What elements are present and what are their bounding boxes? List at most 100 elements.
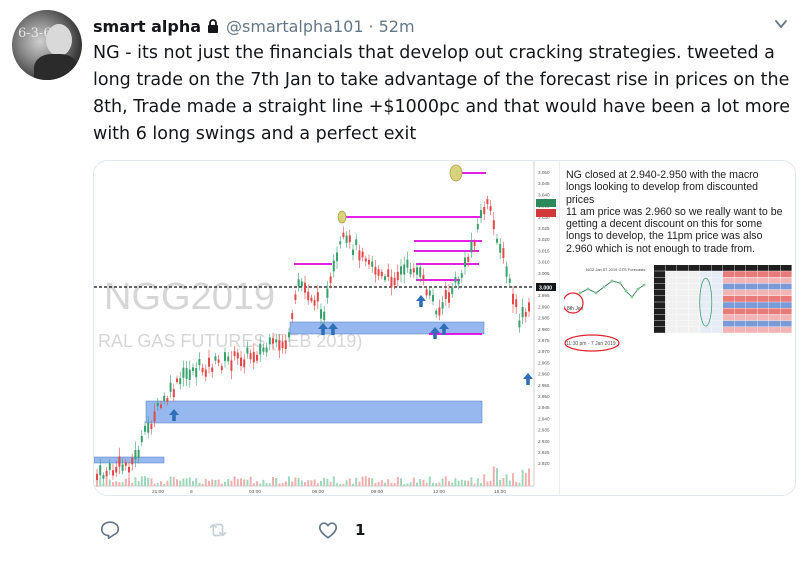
volume-bar	[310, 480, 313, 486]
candle-body	[454, 277, 457, 283]
retweet-icon	[209, 523, 227, 537]
forecast-point	[594, 291, 598, 295]
volume-bar	[524, 473, 527, 486]
forecast-table-cell	[780, 314, 792, 321]
forecast-table-cell	[757, 271, 769, 277]
header-separator: ·	[368, 16, 374, 36]
volume-bar	[160, 481, 162, 486]
avatar-body	[34, 54, 78, 80]
candle-body	[444, 290, 447, 299]
volume-bar	[508, 480, 511, 486]
forecast-table-cell	[757, 265, 769, 271]
forecast-table-cell	[665, 296, 677, 302]
volume-bar	[204, 478, 207, 486]
volume-bar	[179, 480, 182, 486]
volume-bar	[105, 476, 108, 486]
candle-body	[131, 457, 134, 465]
volume-bar	[384, 482, 386, 486]
forecast-table-cell	[665, 265, 677, 271]
forecast-table-cell	[654, 314, 666, 321]
author-name[interactable]: smart alpha	[93, 17, 201, 36]
avatar[interactable]: 6-3-6	[12, 10, 82, 80]
volume-bar	[236, 479, 239, 486]
candle-body	[243, 359, 246, 368]
volume-bar	[412, 477, 415, 486]
chevron-down-icon[interactable]	[773, 16, 789, 32]
tweet-media[interactable]: NGG2019 RAL GAS FUTURES (FEB 2019) 3.050…	[93, 160, 796, 496]
candle-body	[246, 347, 249, 354]
volume-bar	[112, 482, 114, 486]
volume-bar	[230, 480, 233, 486]
volume-bar	[208, 480, 210, 486]
forecast-table-cell	[688, 289, 700, 296]
price-axis-label: 3.045	[538, 181, 550, 186]
forecast-table-cell	[769, 265, 781, 271]
volume-bar	[348, 478, 351, 486]
retweet-button[interactable]	[207, 519, 229, 541]
candle-body	[256, 354, 258, 361]
price-axis-label: 3.050	[538, 170, 550, 175]
candle-body	[457, 280, 460, 285]
forecast-table-cell	[688, 296, 700, 302]
support-zone	[145, 400, 483, 424]
volume-bar	[118, 482, 121, 486]
forecast-table-cell	[746, 302, 758, 308]
forecast-table-cell	[769, 308, 781, 315]
current-price-tag: 3.000	[536, 283, 556, 292]
candle-body	[406, 259, 409, 268]
candle-body	[409, 269, 412, 275]
tweet-timestamp[interactable]: 52m	[379, 17, 415, 36]
volume-bar	[166, 480, 169, 486]
volume-bar	[176, 479, 178, 486]
volume-bar	[150, 478, 153, 486]
forecast-table-cell	[700, 327, 712, 333]
candle-body	[304, 282, 306, 293]
forecast-time-label: 11:30 pm - 7 Jan 2019	[566, 341, 616, 347]
volume-bar	[438, 482, 441, 486]
candle-body	[310, 297, 313, 302]
volume-bar	[464, 480, 466, 486]
forecast-table-cell	[769, 314, 781, 321]
forecast-point	[610, 279, 614, 283]
volume-bar	[342, 483, 345, 486]
candle-body	[169, 382, 172, 392]
candle-body	[249, 353, 252, 360]
author-handle[interactable]: @smartalpha101	[226, 17, 363, 36]
price-axis-label: 2.960	[538, 372, 550, 377]
forecast-table-cell	[734, 296, 746, 302]
volume-bar	[108, 479, 111, 486]
candle-body	[483, 206, 486, 214]
volume-bar	[313, 479, 316, 486]
side-note: NG closed at 2.940-2.950 with the macro …	[566, 169, 795, 255]
forecast-table-cell	[665, 302, 677, 308]
candle-body	[300, 281, 303, 287]
forecast-table-cell	[723, 302, 735, 308]
forecast-point	[602, 285, 606, 289]
price-tag-red	[536, 209, 556, 217]
volume-bar	[124, 478, 127, 486]
candle-body	[240, 357, 242, 367]
candle-body	[451, 288, 454, 294]
forecast-table-cell	[734, 271, 746, 277]
reply-button[interactable]	[99, 519, 121, 541]
volume-bar	[268, 483, 271, 486]
volume-bar	[163, 483, 166, 486]
volume-bar	[240, 478, 242, 486]
forecast-table-cell	[654, 283, 666, 290]
forecast-table-cell	[723, 327, 735, 333]
forecast-line	[579, 280, 645, 298]
price-axis-label: 2.920	[538, 461, 550, 466]
price-axis-label: 2.975	[538, 338, 550, 343]
forecast-table-cell	[711, 320, 723, 327]
price-axis-label: 3.015	[538, 248, 550, 253]
forecast-table-cell	[700, 296, 712, 302]
forecast-point	[586, 287, 590, 291]
forecast-table-cell	[780, 327, 792, 333]
like-button[interactable]: 1	[317, 519, 365, 541]
candle-body	[201, 367, 204, 373]
volume-bar	[275, 477, 278, 486]
candle-body	[345, 235, 348, 244]
candle-body	[144, 425, 146, 432]
candle-body	[361, 251, 364, 258]
candle-body	[524, 311, 527, 317]
